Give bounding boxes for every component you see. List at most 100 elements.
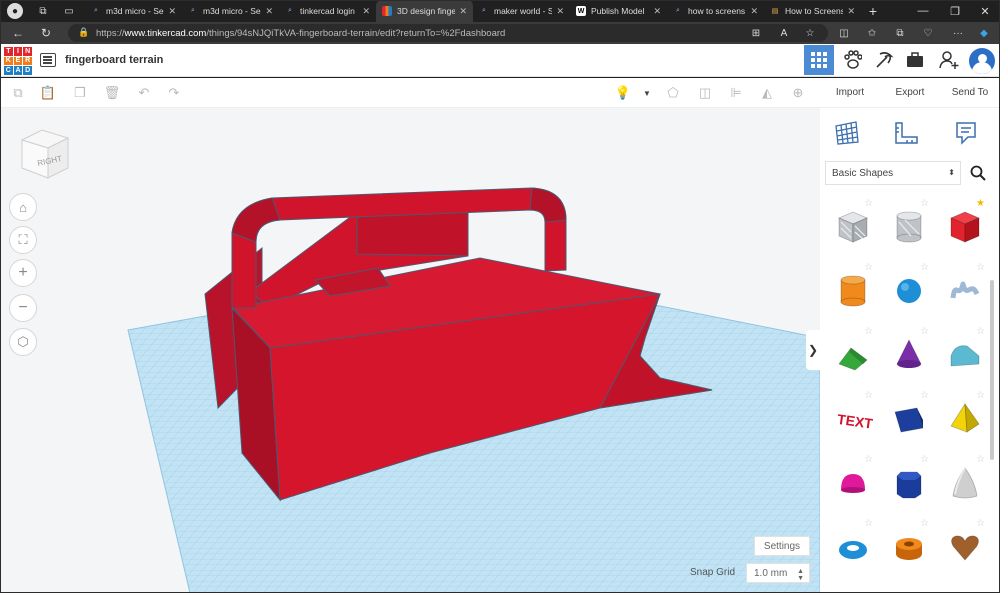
- ruler-tool-button[interactable]: [891, 118, 921, 148]
- shape-scribble[interactable]: ☆: [937, 258, 993, 322]
- close-tab-icon[interactable]: ✕: [459, 6, 467, 17]
- refresh-icon[interactable]: ↻: [38, 25, 54, 41]
- favorite-star-icon[interactable]: ☆: [864, 518, 873, 529]
- workplane-viewport[interactable]: RIGHT ⌂ ⛶ + − ⬡ ❯ Settings Snap Grid 1.0…: [0, 108, 820, 593]
- close-tab-icon[interactable]: ✕: [556, 6, 564, 17]
- shape-roof[interactable]: ☆: [825, 322, 881, 386]
- favorite-star-icon[interactable]: ★: [976, 198, 985, 209]
- tinkercad-logo[interactable]: TIN KER CAD: [4, 47, 32, 75]
- shape-round-roof[interactable]: ☆: [937, 322, 993, 386]
- close-tab-icon[interactable]: ✕: [265, 6, 273, 17]
- zoom-out-button[interactable]: −: [9, 294, 37, 322]
- favorite-star-icon[interactable]: ☆: [864, 454, 873, 465]
- favorite-star-icon[interactable]: ☆: [920, 454, 929, 465]
- delete-icon[interactable]: 🗑: [103, 84, 121, 102]
- close-tab-icon[interactable]: ✕: [362, 6, 370, 17]
- shape-sphere[interactable]: ☆: [881, 258, 937, 322]
- note-icon[interactable]: ⬠: [664, 84, 682, 102]
- group-icon[interactable]: ◫: [696, 84, 714, 102]
- shape-torus[interactable]: ☆: [825, 514, 881, 578]
- favorite-star-icon[interactable]: ☆: [864, 262, 873, 273]
- minimize-icon[interactable]: —: [908, 0, 938, 22]
- shape-box[interactable]: ★: [937, 194, 993, 258]
- copilot-icon[interactable]: ◆: [976, 25, 992, 41]
- snap-grid-select[interactable]: 1.0 mm ▲ ▼: [746, 563, 810, 583]
- settings-button[interactable]: Settings: [754, 536, 810, 556]
- zoom-in-button[interactable]: +: [9, 259, 37, 287]
- search-icon[interactable]: [966, 161, 990, 185]
- shape-cone[interactable]: ☆: [881, 322, 937, 386]
- share-button[interactable]: [934, 45, 964, 75]
- chevron-down-icon[interactable]: ▼: [638, 84, 656, 102]
- favorite-star-icon[interactable]: ☆: [864, 390, 873, 401]
- shape-polygon[interactable]: ☆: [881, 450, 937, 514]
- new-tab-button[interactable]: +: [865, 3, 881, 19]
- favorite-star-icon[interactable]: ☆: [802, 25, 818, 41]
- close-tab-icon[interactable]: ✕: [653, 6, 661, 17]
- export-button[interactable]: Export: [880, 78, 940, 107]
- extensions-icon[interactable]: ♡: [920, 25, 936, 41]
- favorite-star-icon[interactable]: ☆: [976, 518, 985, 529]
- shape-half-sphere[interactable]: ☆: [825, 450, 881, 514]
- bricks-button[interactable]: [869, 45, 899, 75]
- sim-lab-button[interactable]: [900, 45, 930, 75]
- browser-tab[interactable]: ⌕ maker world - S ✕: [473, 0, 570, 22]
- shape-paraboloid[interactable]: ☆: [937, 450, 993, 514]
- favorite-star-icon[interactable]: ☆: [864, 326, 873, 337]
- import-button[interactable]: Import: [820, 78, 880, 107]
- favorite-star-icon[interactable]: ☆: [976, 262, 985, 273]
- split-screen-icon[interactable]: ◫: [836, 25, 852, 41]
- app-available-icon[interactable]: ⊞: [748, 25, 764, 41]
- browser-tab[interactable]: ⌕ m3d micro - Se ✕: [85, 0, 182, 22]
- browser-tab[interactable]: ▤ How to Screens ✕: [764, 0, 861, 22]
- shape-text[interactable]: TEXT ☆: [825, 386, 881, 450]
- home-view-button[interactable]: ⌂: [9, 193, 37, 221]
- align-icon[interactable]: ⊫: [727, 84, 745, 102]
- send-to-button[interactable]: Send To: [940, 78, 1000, 107]
- perspective-button[interactable]: ⬡: [9, 328, 37, 356]
- panel-scrollbar[interactable]: [990, 280, 994, 460]
- shape-library-select[interactable]: Basic Shapes ⬍: [825, 161, 961, 185]
- favorite-star-icon[interactable]: ☆: [920, 390, 929, 401]
- profile-icon[interactable]: ●: [7, 3, 23, 19]
- collections-icon[interactable]: ⧉: [892, 25, 908, 41]
- shape-wedge[interactable]: ☆: [881, 386, 937, 450]
- design-title[interactable]: fingerboard terrain: [65, 54, 163, 66]
- duplicate-icon[interactable]: ❐: [71, 84, 89, 102]
- browser-tab[interactable]: ⌕ tinkercad login ✕: [279, 0, 376, 22]
- undo-icon[interactable]: ↶: [135, 84, 153, 102]
- favorites-icon[interactable]: ✩: [864, 25, 880, 41]
- notes-tool-button[interactable]: [951, 118, 981, 148]
- shape-cylinder-hole[interactable]: ☆: [881, 194, 937, 258]
- cruise-icon[interactable]: ⊕: [789, 84, 807, 102]
- design-list-icon[interactable]: [40, 53, 56, 67]
- shape-box-hole[interactable]: ☆: [825, 194, 881, 258]
- collapse-panel-button[interactable]: ❯: [806, 330, 820, 370]
- close-tab-icon[interactable]: ✕: [750, 6, 758, 17]
- tab-actions-icon[interactable]: ▭: [61, 3, 77, 19]
- shape-cylinder[interactable]: ☆: [825, 258, 881, 322]
- light-bulb-icon[interactable]: 💡: [614, 84, 632, 102]
- favorite-star-icon[interactable]: ☆: [920, 198, 929, 209]
- workspaces-icon[interactable]: ⧉: [35, 3, 51, 19]
- favorite-star-icon[interactable]: ☆: [976, 326, 985, 337]
- browser-tab[interactable]: ⌕ m3d micro - Se ✕: [182, 0, 279, 22]
- more-icon[interactable]: ···: [950, 25, 966, 41]
- browser-tab[interactable]: W Publish Model ✕: [570, 0, 667, 22]
- 3d-view-button[interactable]: [804, 45, 834, 75]
- favorite-star-icon[interactable]: ☆: [976, 390, 985, 401]
- browser-tab[interactable]: ⌕ how to screens ✕: [667, 0, 764, 22]
- fit-view-button[interactable]: ⛶: [9, 226, 37, 254]
- favorite-star-icon[interactable]: ☆: [920, 518, 929, 529]
- favorite-star-icon[interactable]: ☆: [976, 454, 985, 465]
- codeblocks-button[interactable]: [838, 45, 868, 75]
- avatar[interactable]: [967, 46, 997, 76]
- close-window-icon[interactable]: ✕: [970, 0, 1000, 22]
- redo-icon[interactable]: ↷: [165, 84, 183, 102]
- shape-pyramid[interactable]: ☆: [937, 386, 993, 450]
- shape-heart[interactable]: ☆: [937, 514, 993, 578]
- paste-icon[interactable]: 📋: [39, 84, 57, 102]
- browser-tab[interactable]: 3D design finge ✕: [376, 0, 473, 22]
- back-icon[interactable]: ←: [10, 25, 26, 41]
- copy-icon[interactable]: ⧉: [9, 84, 27, 102]
